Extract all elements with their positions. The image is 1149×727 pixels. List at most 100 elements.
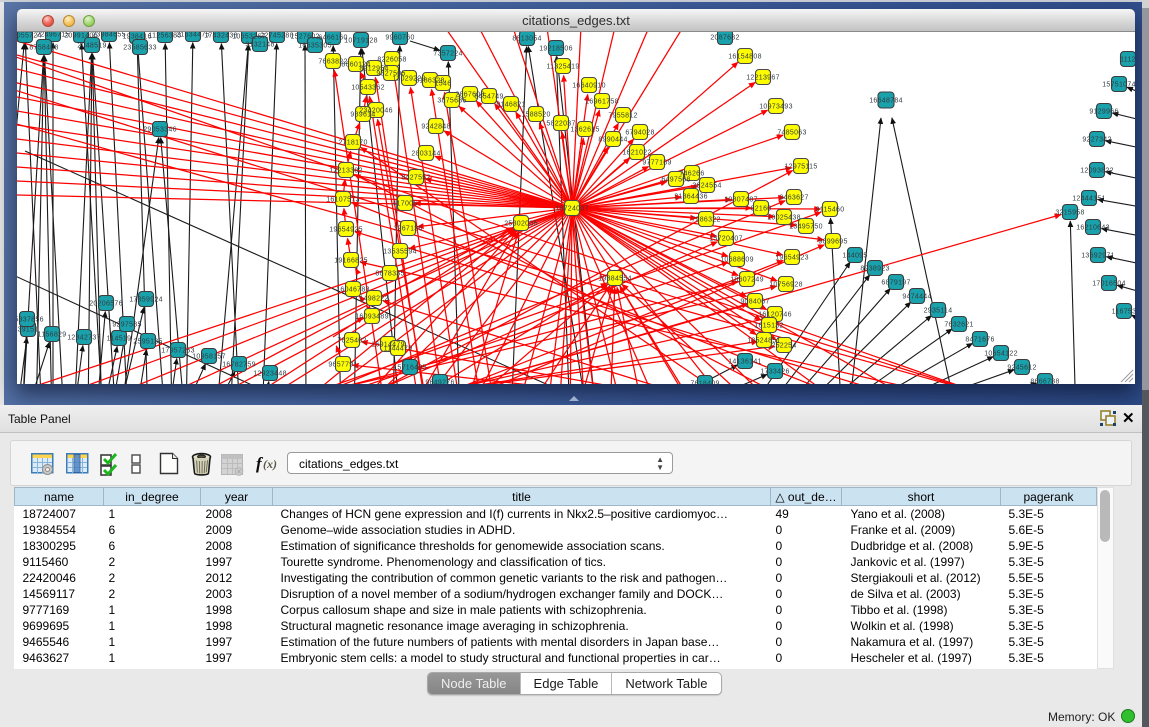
svg-text:6497568: 6497568: [661, 177, 690, 184]
svg-text:116753: 116753: [1112, 309, 1135, 316]
svg-text:16107573: 16107573: [326, 197, 360, 204]
svg-text:1527602: 1527602: [290, 34, 319, 41]
svg-text:9084067: 9084067: [740, 299, 769, 306]
svg-text:2595135: 2595135: [133, 339, 162, 346]
svg-text:1733426: 1733426: [760, 369, 789, 376]
svg-text:10654122: 10654122: [984, 351, 1018, 358]
svg-text:9960760: 9960760: [385, 35, 414, 42]
svg-text:2803144: 2803144: [411, 151, 440, 158]
svg-text:17957253: 17957253: [161, 348, 195, 355]
svg-text:19654923: 19654923: [775, 255, 809, 262]
svg-text:12093822: 12093822: [1080, 168, 1114, 175]
svg-text:16210643: 16210643: [1076, 225, 1110, 232]
svg-text:3624554: 3624554: [692, 183, 721, 190]
svg-text:2048519: 2048519: [77, 43, 106, 50]
svg-text:8666738: 8666738: [1030, 379, 1059, 384]
svg-text:16640910: 16640910: [572, 83, 606, 90]
svg-text:9649276: 9649276: [425, 380, 454, 384]
svg-text:1588520: 1588520: [521, 112, 550, 119]
svg-text:10807487: 10807487: [724, 197, 758, 204]
svg-text:144095: 144095: [842, 253, 867, 260]
svg-text:16782759: 16782759: [222, 362, 256, 369]
svg-text:39151: 39151: [18, 327, 39, 334]
svg-text:7485063: 7485063: [777, 130, 806, 137]
svg-text:19384554: 19384554: [598, 276, 632, 283]
svg-text:23585633: 23585633: [123, 45, 157, 52]
svg-text:1144479: 1144479: [384, 346, 413, 353]
svg-text:16635305: 16635305: [298, 43, 332, 50]
svg-text:12213967: 12213967: [746, 75, 780, 82]
svg-text:8813054: 8813054: [512, 36, 541, 43]
svg-text:16120746: 16120746: [758, 312, 792, 319]
svg-text:14136141: 14136141: [728, 359, 762, 366]
svg-text:20206576: 20206576: [89, 301, 123, 308]
svg-text:252254: 252254: [771, 343, 796, 350]
svg-text:12444151: 12444151: [1072, 196, 1106, 203]
svg-text:25337856: 25337856: [17, 317, 44, 324]
svg-text:8454749: 8454749: [474, 94, 503, 101]
svg-text:10958157: 10958157: [192, 354, 226, 361]
svg-text:417006: 417006: [392, 201, 417, 208]
svg-text:9242848: 9242848: [421, 124, 450, 131]
svg-text:12923448: 12923448: [253, 371, 287, 378]
svg-text:9115460: 9115460: [816, 207, 845, 214]
svg-text:9129966: 9129966: [1089, 109, 1118, 116]
svg-text:1156829: 1156829: [38, 332, 67, 339]
svg-text:19654925: 19654925: [329, 227, 363, 234]
svg-text:9777169: 9777169: [642, 160, 671, 167]
svg-text:16154808: 16154808: [728, 54, 762, 61]
svg-text:8427552: 8427552: [401, 175, 430, 182]
svg-text:16046788: 16046788: [336, 287, 370, 294]
svg-text:16961758: 16961758: [585, 99, 619, 106]
svg-text:12213382: 12213382: [329, 168, 363, 175]
svg-text:10025438: 10025438: [767, 215, 801, 222]
svg-text:9227342: 9227342: [1082, 137, 1111, 144]
svg-text:15751074: 15751074: [1102, 82, 1135, 89]
svg-text:12342737: 12342737: [67, 335, 101, 342]
svg-text:11325419: 11325419: [546, 64, 579, 71]
svg-text:746266: 746266: [679, 171, 704, 178]
svg-text:8678335: 8678335: [375, 271, 404, 278]
svg-text:23984655: 23984655: [92, 32, 126, 39]
svg-text:1498222: 1498222: [359, 296, 388, 303]
svg-text:10973493: 10973493: [759, 104, 793, 111]
svg-text:1112: 1112: [1120, 57, 1135, 64]
svg-text:6794028: 6794028: [625, 130, 654, 137]
svg-text:12975115: 12975115: [784, 164, 817, 171]
svg-text:13535594: 13535594: [383, 249, 417, 256]
svg-text:18607249: 18607249: [730, 277, 764, 284]
svg-text:9297585: 9297585: [112, 322, 141, 329]
svg-text:10543362: 10543362: [351, 85, 385, 92]
svg-text:3132148: 3132148: [245, 42, 274, 49]
svg-text:8471676: 8471676: [965, 337, 994, 344]
svg-text:989614: 989614: [350, 112, 375, 119]
svg-text:114519: 114519: [107, 336, 132, 343]
svg-text:29053346: 29053346: [143, 127, 177, 134]
svg-text:9699695: 9699695: [818, 239, 847, 246]
svg-text:3875685: 3875685: [437, 98, 466, 105]
svg-text:7625402: 7625402: [337, 338, 366, 345]
svg-text:9474444: 9474444: [902, 294, 931, 301]
svg-text:1362615: 1362615: [570, 127, 599, 134]
svg-text:19218506: 19218506: [539, 46, 573, 53]
svg-text:9245612: 9245612: [1007, 365, 1036, 372]
svg-text:15716485: 15716485: [393, 365, 427, 372]
svg-text:21364436: 21364436: [674, 194, 708, 201]
svg-text:13692971: 13692971: [1081, 253, 1115, 260]
svg-text:1546: 1546: [435, 81, 452, 88]
svg-text:1621022: 1621022: [622, 150, 651, 157]
svg-text:13495750: 13495750: [789, 224, 823, 231]
svg-text:10756928: 10756928: [769, 282, 803, 289]
svg-text:7632621: 7632621: [944, 322, 973, 329]
svg-text:17359924: 17359924: [129, 297, 163, 304]
svg-text:(x): (x): [263, 457, 277, 471]
svg-text:7357224: 7357224: [433, 51, 462, 58]
svg-text:9657791: 9657791: [328, 362, 357, 369]
svg-text:2718170: 2718170: [338, 140, 367, 147]
svg-text:17016504: 17016504: [1092, 281, 1126, 288]
svg-text:7986322: 7986322: [691, 217, 720, 224]
svg-text:19166825: 19166825: [334, 258, 368, 265]
svg-text:2935114: 2935114: [924, 308, 953, 315]
svg-text:1615132: 1615132: [754, 323, 783, 330]
svg-text:22745280: 22745280: [260, 33, 294, 40]
